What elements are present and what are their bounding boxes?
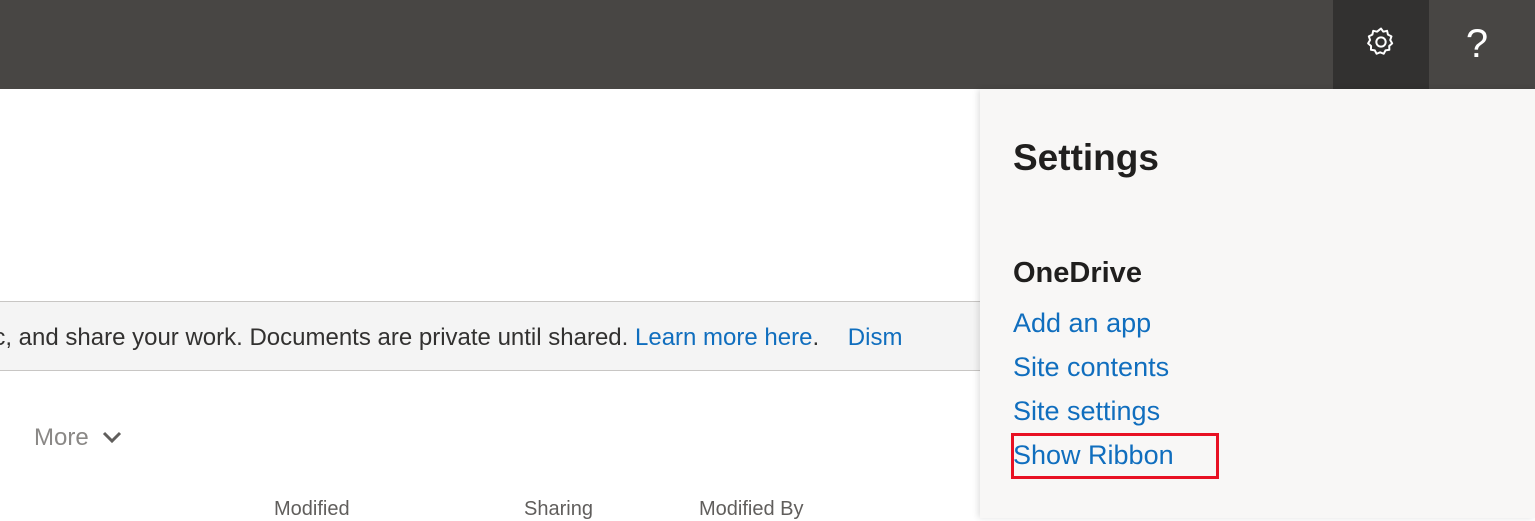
help-icon: ?	[1465, 22, 1489, 66]
settings-panel-title: Settings	[1013, 137, 1159, 178]
learn-more-link[interactable]: Learn more here	[635, 324, 812, 351]
chevron-down-icon	[101, 424, 123, 452]
add-an-app-link[interactable]: Add an app	[1013, 308, 1151, 339]
onedrive-section-title: OneDrive	[1013, 257, 1142, 289]
more-label: More	[34, 424, 89, 451]
topbar-right-edge	[1525, 0, 1535, 89]
banner-content: ync, and share your work. Documents are …	[0, 324, 902, 352]
info-banner: ync, and share your work. Documents are …	[0, 301, 985, 371]
settings-button[interactable]	[1333, 0, 1429, 89]
gear-icon	[1364, 25, 1398, 64]
show-ribbon-highlight	[1011, 433, 1219, 479]
top-navigation-bar	[0, 0, 1535, 89]
site-settings-link[interactable]: Site settings	[1013, 396, 1160, 427]
banner-period: .	[812, 324, 820, 351]
site-contents-link[interactable]: Site contents	[1013, 352, 1169, 383]
help-button[interactable]: ?	[1429, 0, 1525, 89]
dismiss-link[interactable]: Dism	[848, 324, 903, 351]
banner-text: ync, and share your work. Documents are …	[0, 324, 629, 351]
more-menu-button[interactable]: More	[34, 424, 123, 452]
